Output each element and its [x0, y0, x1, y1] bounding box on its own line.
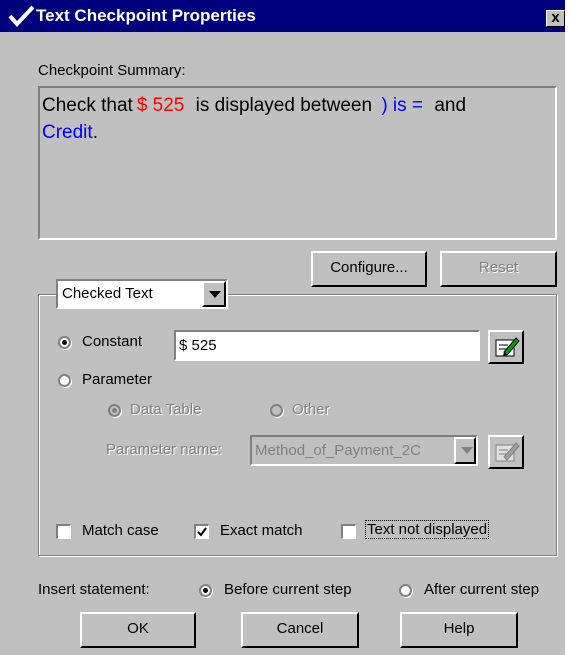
checked-text-dropdown[interactable]: Checked Text: [56, 279, 228, 309]
configure-button-label: Configure...: [330, 259, 408, 276]
summary-text-displayed-between: is displayed between: [195, 95, 373, 116]
close-button[interactable]: x: [546, 10, 565, 27]
data-table-radio[interactable]: [108, 404, 121, 417]
dropdown-arrow-icon[interactable]: [454, 437, 476, 464]
summary-checked-value: $ 525: [136, 95, 185, 116]
reset-button[interactable]: Reset: [440, 251, 557, 287]
parameter-name-label: Parameter name:: [106, 441, 222, 458]
checkpoint-summary-label: Checkpoint Summary:: [38, 62, 186, 79]
close-icon: x: [551, 9, 560, 26]
parameter-name-value: Method_of_Payment_2C: [255, 442, 421, 459]
edit-constant-button[interactable]: [488, 330, 524, 364]
ok-button-label: OK: [127, 620, 149, 637]
title-bar[interactable]: Text Checkpoint Properties x: [0, 0, 565, 32]
edit-parameter-button[interactable]: [488, 435, 524, 469]
dropdown-arrow-icon[interactable]: [202, 281, 226, 307]
summary-text-end: .: [92, 122, 98, 143]
insert-after-radio[interactable]: [399, 584, 412, 597]
ok-button[interactable]: OK: [80, 612, 196, 648]
constant-label[interactable]: Constant: [82, 333, 142, 350]
summary-text-check-that: Check that: [42, 95, 133, 116]
checked-text-dropdown-value: Checked Text: [62, 285, 153, 302]
configure-button[interactable]: Configure...: [311, 251, 427, 287]
insert-before-label[interactable]: Before current step: [224, 581, 352, 598]
checkmark-icon: [8, 5, 35, 27]
summary-text-after: ) is =: [381, 95, 424, 116]
text-not-displayed-checkbox[interactable]: [341, 524, 356, 539]
cancel-button-label: Cancel: [276, 620, 324, 637]
reset-button-label: Reset: [478, 259, 519, 276]
help-button-label: Help: [443, 620, 475, 637]
constant-value-text: $ 525: [179, 337, 217, 354]
insert-after-label[interactable]: After current step: [424, 581, 539, 598]
help-button[interactable]: Help: [400, 612, 518, 648]
summary-text-before: Credit: [42, 122, 93, 143]
summary-text-and: and: [434, 95, 467, 116]
insert-before-radio[interactable]: [199, 584, 212, 597]
dialog-window: Text Checkpoint Properties x Checkpoint …: [0, 0, 565, 655]
edit-pencil-icon: [495, 442, 520, 462]
parameter-radio[interactable]: [58, 374, 71, 387]
edit-pencil-icon: [495, 337, 520, 357]
exact-match-label[interactable]: Exact match: [220, 522, 303, 539]
match-case-label[interactable]: Match case: [82, 522, 159, 539]
other-radio[interactable]: [270, 404, 283, 417]
constant-radio[interactable]: [58, 336, 71, 349]
match-case-checkbox[interactable]: [56, 524, 71, 539]
parameter-name-combo[interactable]: Method_of_Payment_2C: [250, 435, 478, 466]
checkpoint-summary-box: Check that $ 525 is displayed between ) i…: [38, 86, 557, 240]
data-table-label[interactable]: Data Table: [130, 401, 201, 418]
text-not-displayed-label[interactable]: Text not displayed: [364, 520, 490, 539]
parameter-label[interactable]: Parameter: [82, 371, 152, 388]
cancel-button[interactable]: Cancel: [241, 612, 359, 648]
other-label[interactable]: Other: [292, 401, 330, 418]
dialog-title: Text Checkpoint Properties: [36, 6, 256, 25]
insert-statement-label: Insert statement:: [38, 581, 150, 598]
constant-value-field[interactable]: $ 525: [174, 330, 480, 361]
checkmark-icon: [197, 527, 207, 537]
exact-match-checkbox[interactable]: [194, 524, 209, 539]
